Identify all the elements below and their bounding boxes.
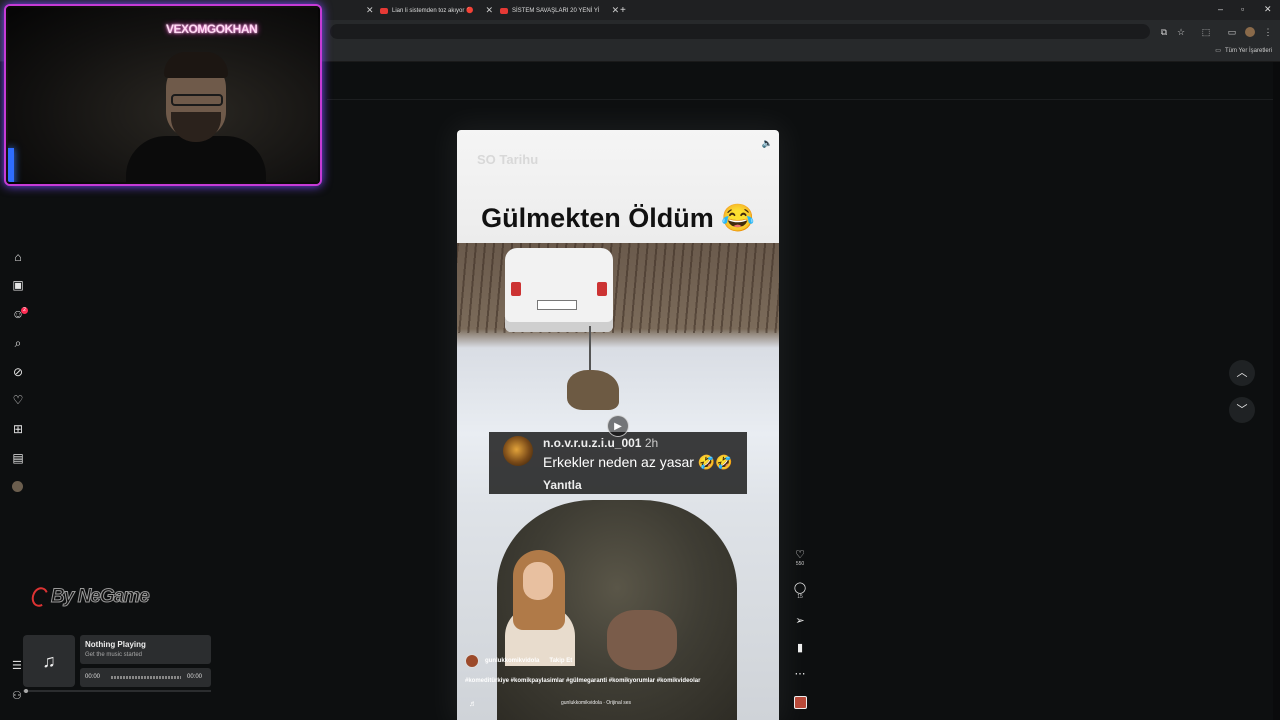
save-button[interactable]: ▮ [792,642,808,654]
menu-icon[interactable]: ☰ [12,659,22,672]
more-button[interactable]: ⋯ [792,668,808,680]
profile-icon[interactable] [1245,27,1255,37]
neon-sign: VEXOMGOKHAN [166,22,258,36]
time-current: 00:00 [85,674,101,680]
video-player[interactable]: SO Tarihu Gülmekten Öldüm 😂 🔈 n.o.v.r.u.… [457,130,779,720]
audio-thumbnail[interactable] [794,696,807,709]
apps-icon[interactable]: ⚇ [12,689,22,702]
upload-icon[interactable]: ⊞ [10,421,26,437]
streamer-body [126,136,266,182]
comment-username: n.o.v.r.u.z.i.u_001 [543,436,642,450]
previous-video-button[interactable]: ︿ [1229,360,1255,386]
omnibox[interactable] [330,24,1150,39]
home-icon[interactable]: ⌂ [10,249,26,265]
video-boot [567,370,619,410]
audio-label: gunlukkomikvidola · Orijinal ses [561,700,632,706]
video-caption-title: Gülmekten Öldüm 😂 [481,203,755,233]
video-sticker [499,550,579,666]
streamer-glasses [171,94,223,106]
tab-sistem-savaslari[interactable]: SİSTEM SAVAŞLARI 20 YENİ Yİ ✕ [494,3,625,18]
follow-button[interactable]: Takip Et [549,658,572,664]
volume-icon[interactable]: 🔈 [762,138,773,149]
comment-header: n.o.v.r.u.z.i.u_001 2h [543,436,658,450]
folder-icon: ▭ [1215,48,1221,54]
next-video-button[interactable]: ﹀ [1229,397,1255,423]
star-icon[interactable]: ☆ [1176,27,1186,37]
close-window-icon[interactable]: ✕ [1264,4,1272,15]
music-note-icon: ♬ [469,698,477,708]
comment-icon: ◯ [793,582,807,594]
time-total: 00:00 [187,674,203,680]
close-icon[interactable]: ✕ [366,5,374,16]
like-count: 550 [795,561,805,567]
share-button[interactable]: ➢ [792,615,808,627]
volume-track[interactable] [23,690,211,692]
comment-text: Erkekler neden az yasar 🤣🤣 [543,454,733,470]
menu-dots-icon[interactable]: ⋮ [1263,27,1273,37]
tab-label: Lian li sistemden toz akıyor 🔴 [392,8,474,14]
tab-label: SİSTEM SAVAŞLARI 20 YENİ Yİ [512,7,600,14]
video-car [505,248,613,332]
author-avatar[interactable] [465,654,479,668]
comment-button[interactable]: ◯ 15 [792,582,808,600]
comment-avatar [503,436,533,466]
volume-handle[interactable] [24,689,28,693]
restore-icon[interactable]: ▫ [1241,4,1244,14]
video-hand [607,610,677,670]
send-icon: ➢ [795,615,805,627]
chevron-up-icon: ︿ [1236,367,1248,379]
like-button[interactable]: ♡ 550 [792,549,808,567]
neon-light [8,148,14,182]
explore-icon[interactable]: ⊘ [10,364,26,380]
author-name[interactable]: gunlukkomikvidola [485,658,539,664]
all-bookmarks-label: Tüm Yer İşaretleri [1224,47,1272,54]
notification-badge: 2 [21,307,28,314]
comment-time: 2h [644,436,659,450]
following-icon[interactable]: ▣ [10,277,26,293]
search-icon[interactable]: ⌕ [10,335,26,351]
install-icon[interactable]: ⧉ [1159,27,1169,37]
comment-count: 15 [797,594,803,600]
stats-icon[interactable]: ▤ [10,450,26,466]
more-dots-icon: ⋯ [794,668,806,680]
extensions-icon[interactable]: ⬚ [1201,27,1211,37]
watermark-text: By NeGame [51,586,151,608]
comment-reply: Yanıtla [543,478,582,492]
now-playing-title: Nothing Playing [85,640,146,649]
video-hashtags[interactable]: #komeditürkiye #komikpaylasimlar #gülmeg… [465,678,700,684]
video-watermark: SO Tarihu [477,152,539,167]
webcam-overlay: VEXOMGOKHAN [6,6,320,184]
tab-lian-li[interactable]: Lian li sistemden toz akıyor 🔴 ✕ [374,3,499,18]
plus-icon: + [620,5,626,16]
streamer-hair [164,52,228,78]
progress-track[interactable] [111,676,181,679]
scrollbar[interactable] [1273,62,1280,720]
minimize-icon[interactable]: – [1218,4,1223,14]
music-note-icon: ♫ [23,635,75,687]
page-header [327,62,1280,100]
now-playing-subtitle: Get the music started [85,652,143,658]
comment-overlay: n.o.v.r.u.z.i.u_001 2h Erkekler neden az… [489,432,747,494]
sidepanel-icon[interactable]: ▭ [1227,27,1237,37]
close-icon[interactable]: ✕ [486,5,494,16]
author-row: gunlukkomikvidola Takip Et [465,654,572,668]
heart-icon[interactable]: ♡ [10,392,26,408]
profile-avatar[interactable] [12,481,23,492]
play-icon[interactable]: ▶ [607,415,629,437]
youtube-icon [380,7,388,14]
channel-watermark: By NeGame [29,584,151,610]
audio-row[interactable]: ♬ gunlukkomikvidola · Orijinal ses [469,696,769,710]
heart-icon: ♡ [795,549,805,561]
all-bookmarks-button[interactable]: ▭ Tüm Yer İşaretleri [1215,47,1272,55]
chevron-down-icon: ﹀ [1236,404,1248,416]
watermark-logo-icon [29,584,51,610]
new-tab-button[interactable]: + [614,3,632,18]
bookmark-icon: ▮ [796,642,804,654]
youtube-icon [500,7,508,14]
